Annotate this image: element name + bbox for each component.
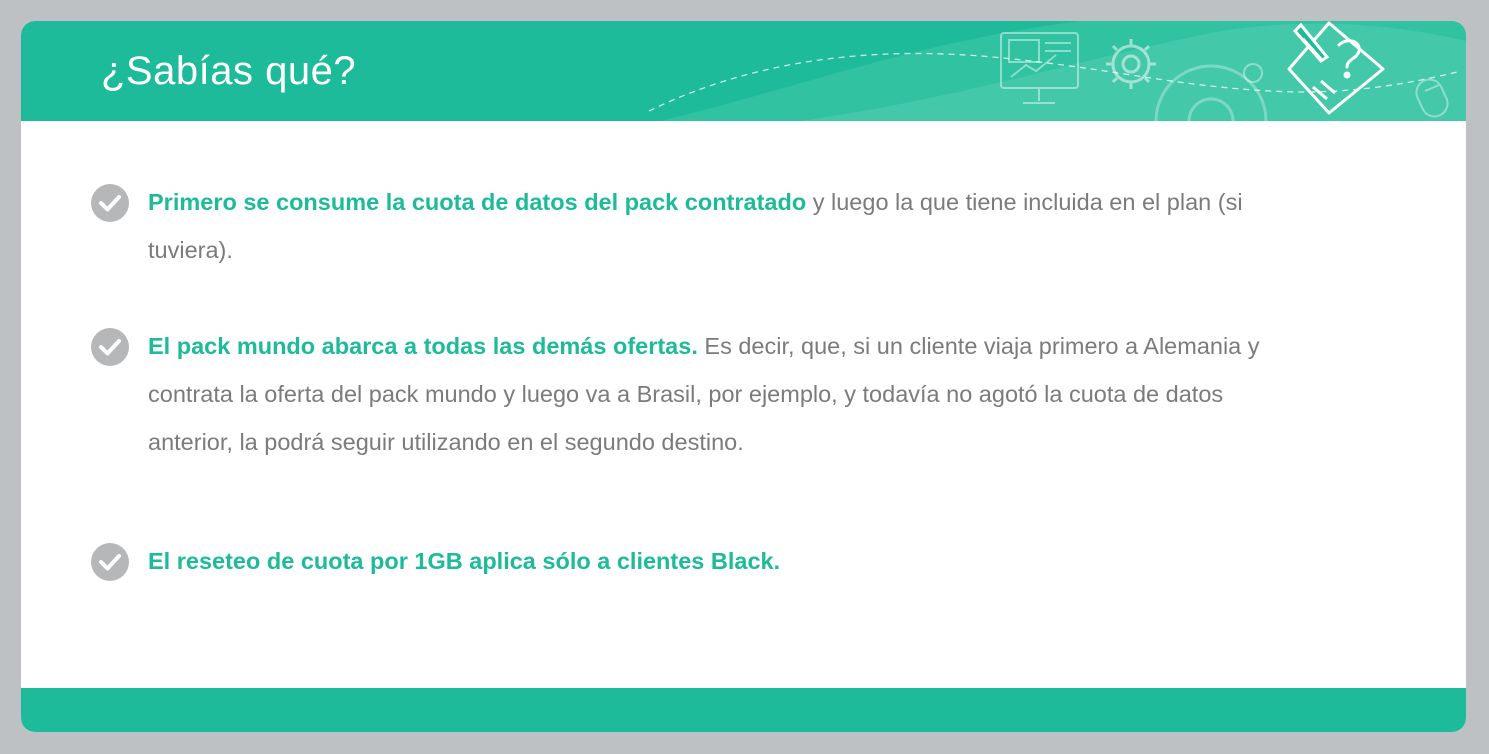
item-highlight: El pack mundo abarca a todas las demás o…: [148, 333, 698, 359]
check-circle-icon: [91, 184, 129, 222]
item-text: El pack mundo abarca a todas las demás o…: [148, 322, 1278, 466]
info-card: ¿Sabías qué? Primero se consume la cuota…: [21, 21, 1466, 732]
item-text: Primero se consume la cuota de datos del…: [148, 178, 1278, 274]
item-highlight: El reseteo de cuota por 1GB aplica sólo …: [148, 548, 781, 574]
check-circle-icon: [91, 328, 129, 366]
page-title: ¿Sabías qué?: [101, 49, 357, 93]
item-text: El reseteo de cuota por 1GB aplica sólo …: [148, 537, 1278, 585]
check-circle-icon: [91, 543, 129, 581]
item-highlight: Primero se consume la cuota de datos del…: [148, 189, 807, 215]
footer-bar: [21, 688, 1466, 732]
header-banner: ¿Sabías qué?: [21, 21, 1466, 121]
